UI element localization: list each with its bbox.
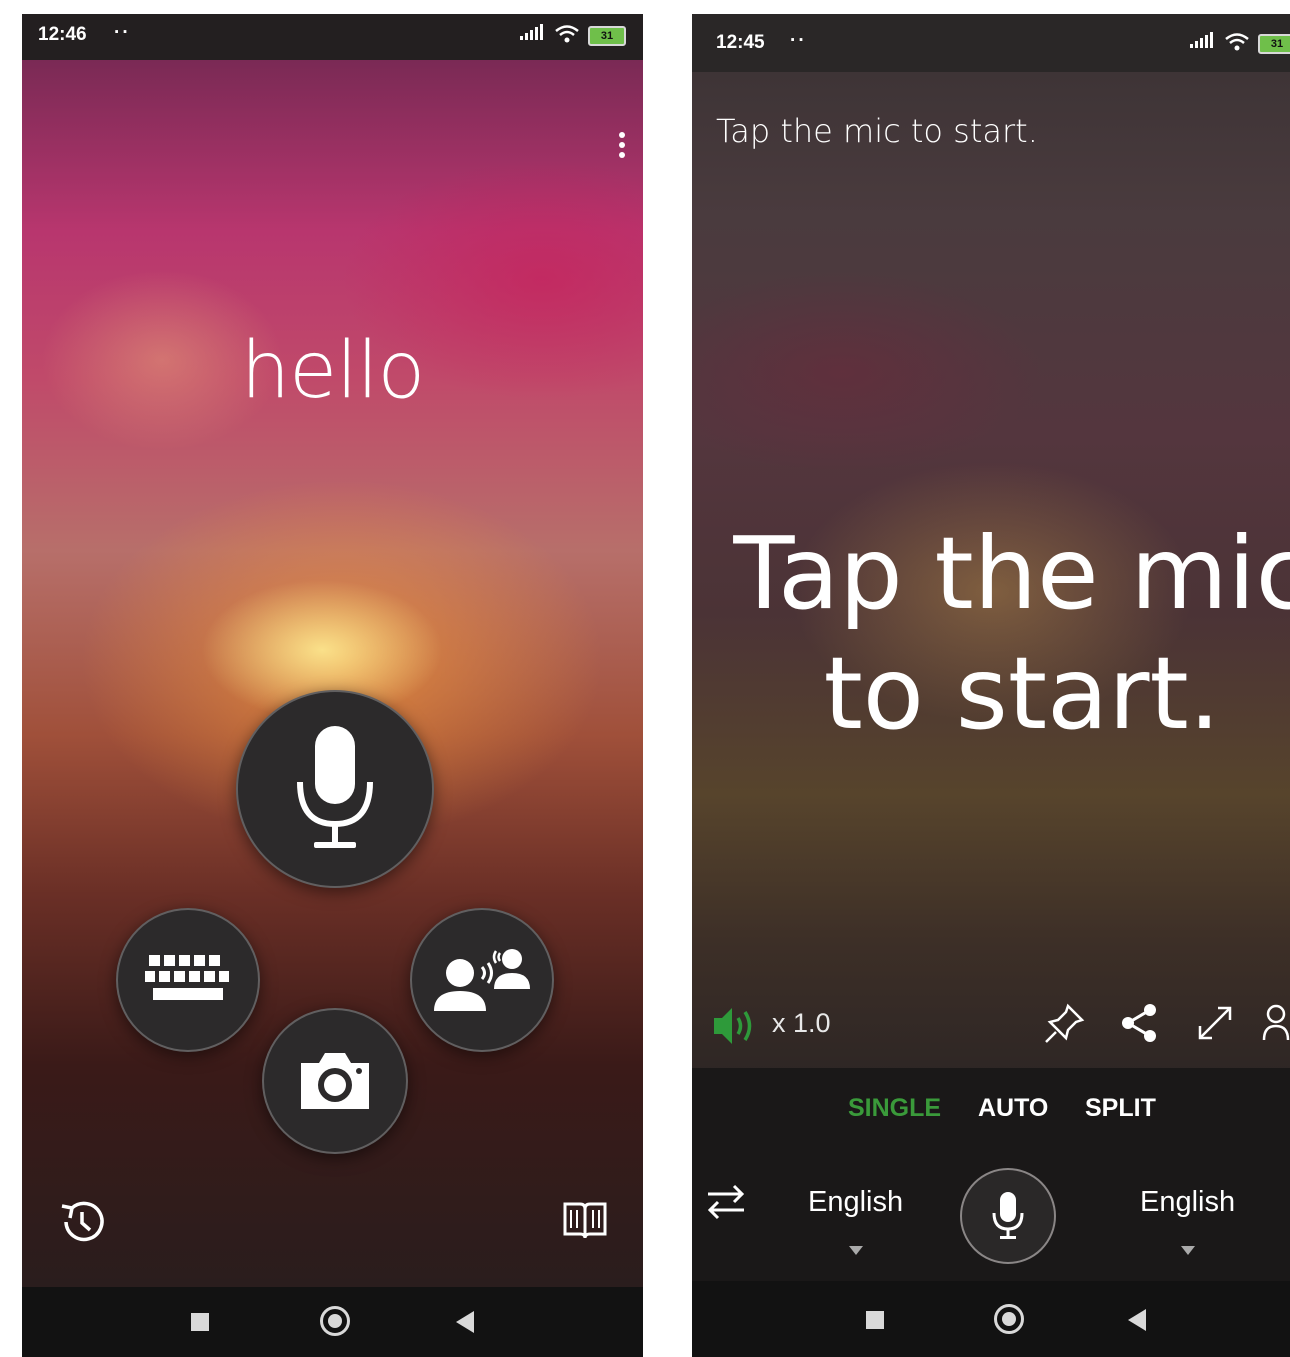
home-button[interactable] [320, 1306, 350, 1336]
chevron-down-icon[interactable] [849, 1246, 863, 1255]
system-nav-bar [692, 1281, 1290, 1357]
status-bar: 12:45 ·· 31 [692, 14, 1290, 72]
conversation-button[interactable] [410, 908, 554, 1052]
prompt-line-1: Tap the mic [733, 515, 1290, 632]
status-time: 12:45 [716, 32, 765, 53]
history-icon [61, 1201, 104, 1242]
speaker-icon[interactable] [712, 1006, 758, 1046]
status-dots: ·· [790, 30, 807, 51]
system-nav-bar [22, 1287, 643, 1357]
prompt-text-small: Tap the mic to start. [716, 112, 1038, 150]
home-button[interactable] [994, 1304, 1024, 1334]
mic-button[interactable] [236, 690, 434, 888]
recents-button[interactable] [191, 1313, 209, 1331]
target-language-select[interactable]: English [1140, 1186, 1235, 1219]
microphone-icon [992, 1192, 1024, 1239]
back-button[interactable] [456, 1311, 474, 1333]
book-icon [563, 1202, 607, 1239]
translation-text: hello [240, 326, 426, 416]
person-add-icon[interactable] [1262, 1002, 1290, 1044]
camera-icon [301, 1053, 369, 1109]
prompt-text-large: Tap the mic to start. [722, 514, 1290, 754]
status-time: 12:46 [38, 24, 87, 45]
translation-controls: SINGLE AUTO SPLIT English English [692, 1068, 1290, 1284]
more-vert-icon[interactable] [617, 132, 627, 162]
right-phone-screen: 12:45 ·· 31 Tap the mic to start. Tap th… [692, 14, 1290, 1357]
recents-button[interactable] [866, 1311, 884, 1329]
phrasebook-button[interactable] [562, 1200, 608, 1245]
wifi-icon [1225, 33, 1249, 51]
prompt-line-2: to start. [823, 635, 1221, 752]
mode-single-tab[interactable]: SINGLE [848, 1094, 941, 1123]
wifi-icon [555, 25, 579, 43]
chevron-down-icon[interactable] [1181, 1246, 1195, 1255]
microphone-icon [297, 726, 373, 848]
back-button[interactable] [1128, 1309, 1146, 1331]
mic-button[interactable] [960, 1168, 1056, 1264]
source-language-select[interactable]: English [808, 1186, 903, 1219]
history-button[interactable] [58, 1198, 106, 1251]
conversation-icon [434, 949, 530, 1011]
battery-indicator: 31 [588, 26, 626, 46]
keyboard-button[interactable] [116, 908, 260, 1052]
battery-indicator: 31 [1258, 34, 1290, 54]
signal-icon [520, 24, 543, 40]
status-dots: ·· [114, 22, 131, 43]
expand-icon[interactable] [1194, 1002, 1236, 1044]
output-toolbar: x 1.0 [692, 998, 1290, 1050]
swap-icon[interactable] [704, 1182, 748, 1222]
camera-button[interactable] [262, 1008, 408, 1154]
share-icon[interactable] [1120, 1002, 1160, 1044]
status-bar: 12:46 ·· 31 [22, 14, 643, 60]
pin-icon[interactable] [1044, 1002, 1086, 1044]
playback-speed[interactable]: x 1.0 [772, 1008, 831, 1039]
mode-split-tab[interactable]: SPLIT [1085, 1094, 1156, 1123]
mode-auto-tab[interactable]: AUTO [978, 1094, 1048, 1123]
left-phone-screen: 12:46 ·· 31 hello [22, 14, 643, 1357]
keyboard-icon [145, 955, 229, 1000]
signal-icon [1190, 32, 1213, 48]
